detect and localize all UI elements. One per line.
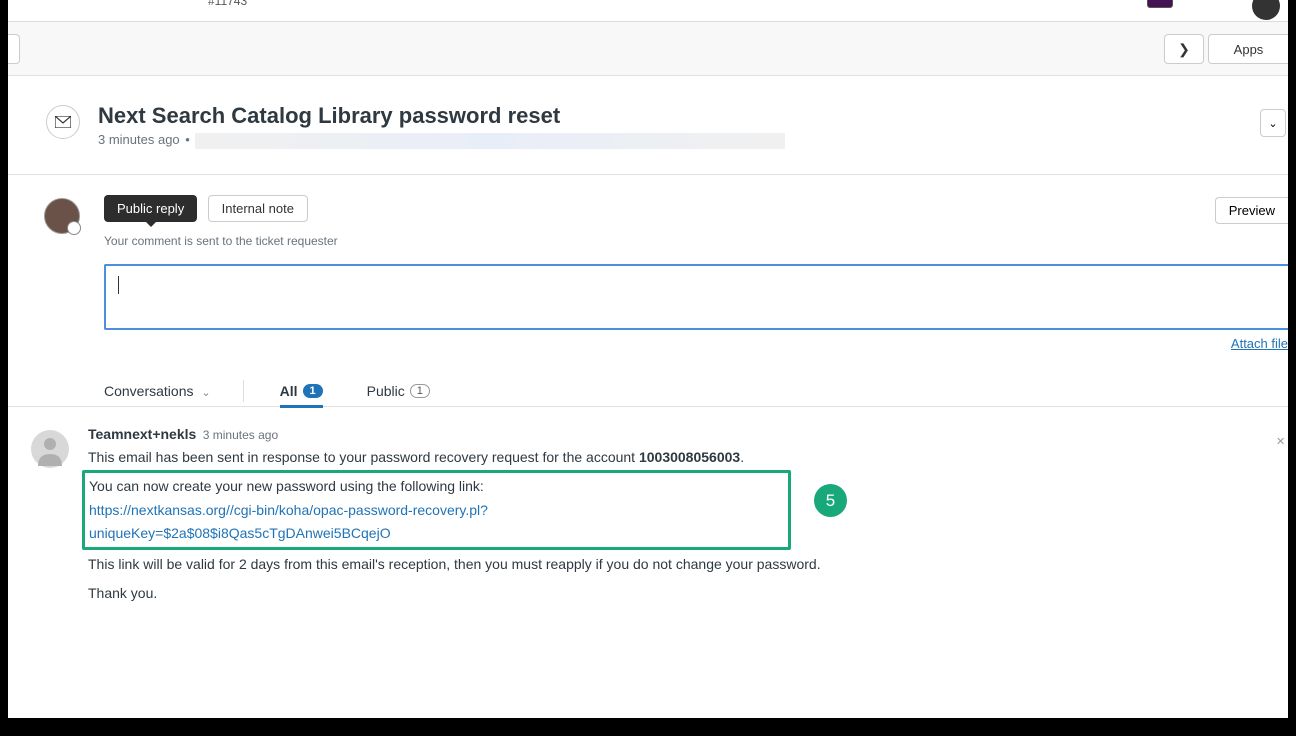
agent-avatar[interactable]: [44, 198, 80, 234]
link-intro-line: You can now create your new password usi…: [89, 475, 784, 499]
filter-public-tab[interactable]: Public 1: [367, 375, 430, 407]
message-intro-line: This email has been sent in response to …: [88, 446, 1288, 470]
toolbar: ❯ Apps: [8, 22, 1288, 76]
tab-label[interactable]: #11743: [208, 0, 247, 8]
tab-bar: #11743: [8, 0, 1288, 22]
message-entry: Teamnext+nekls 3 minutes ago This email …: [8, 426, 1288, 606]
person-icon: [31, 430, 69, 468]
annotation-marker: 5: [814, 484, 847, 517]
agent-badge-icon: [67, 221, 81, 235]
close-icon[interactable]: ✕: [1276, 435, 1288, 448]
chevron-right-icon: ❯: [1178, 41, 1190, 58]
chevron-down-icon: ⌄: [1268, 117, 1277, 130]
ticket-meta: 3 minutes ago •: [98, 132, 1288, 149]
apps-button-top[interactable]: [1147, 0, 1173, 8]
ticket-title: Next Search Catalog Library password res…: [98, 103, 1288, 129]
text-cursor: [118, 276, 119, 294]
account-number: 1003008056003: [639, 449, 740, 465]
public-count-badge: 1: [410, 384, 430, 398]
sender-name: Teamnext+nekls: [88, 426, 196, 442]
requester-redacted: [195, 133, 785, 149]
apps-panel-button[interactable]: Apps: [1208, 34, 1288, 64]
reply-type-tabs: Public reply Internal note: [104, 195, 1288, 222]
message-body: This email has been sent in response to …: [88, 446, 1288, 606]
conversations-dropdown[interactable]: Conversations ⌄: [104, 383, 211, 399]
attach-file-link[interactable]: Attach file: [1231, 336, 1288, 351]
ticket-header: Next Search Catalog Library password res…: [8, 95, 1288, 175]
user-avatar-top[interactable]: [1252, 0, 1280, 20]
password-reset-link[interactable]: https://nextkansas.org//cgi-bin/koha/opa…: [89, 502, 488, 542]
filter-all-tab[interactable]: All 1: [280, 375, 323, 407]
thanks-line: Thank you.: [88, 582, 1288, 606]
sender-avatar: [31, 430, 69, 468]
message-timestamp: 3 minutes ago: [203, 428, 278, 442]
public-reply-tab[interactable]: Public reply: [104, 195, 197, 222]
reply-hint: Your comment is sent to the ticket reque…: [104, 234, 1288, 248]
internal-note-tab[interactable]: Internal note: [208, 195, 308, 222]
separator: [243, 380, 244, 402]
mail-icon: [55, 116, 71, 128]
conversation-filters: Conversations ⌄ All 1 Public 1: [8, 375, 1288, 407]
app-window: #11743 ❯ Apps Next Search Catalog Librar…: [8, 0, 1288, 718]
reply-textarea[interactable]: [104, 264, 1288, 330]
chevron-down-icon: ⌄: [201, 387, 210, 399]
validity-line: This link will be valid for 2 days from …: [88, 553, 1288, 577]
channel-icon: [46, 105, 80, 139]
reply-section: Public reply Internal note Preview Your …: [8, 195, 1288, 248]
collapse-panel-button[interactable]: [8, 34, 20, 64]
expand-button[interactable]: ⌄: [1260, 109, 1286, 137]
all-count-badge: 1: [303, 384, 323, 398]
annotation-highlight: You can now create your new password usi…: [82, 470, 791, 550]
preview-button[interactable]: Preview: [1215, 197, 1288, 224]
apps-button-label: Apps: [1234, 42, 1264, 57]
next-ticket-button[interactable]: ❯: [1164, 34, 1204, 64]
ticket-timestamp: 3 minutes ago: [98, 132, 180, 147]
